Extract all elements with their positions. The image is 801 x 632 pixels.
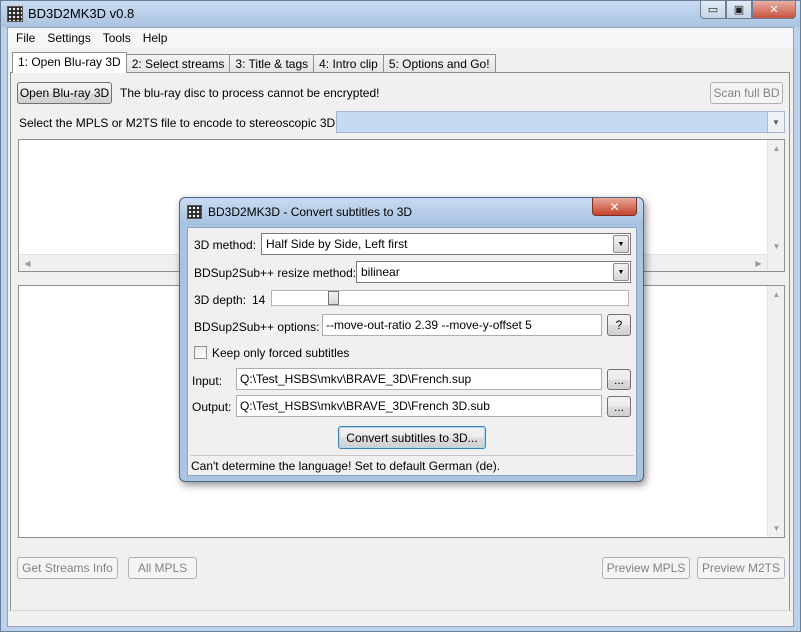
scroll-up-icon[interactable]: ▲ <box>768 140 785 157</box>
resize-method-select[interactable]: bilinear ▼ <box>356 261 631 283</box>
select-file-label: Select the MPLS or M2TS file to encode t… <box>19 116 339 130</box>
dialog-client-area: 3D method: Half Side by Side, Left first… <box>187 227 637 476</box>
options-help-button[interactable]: ? <box>607 314 631 336</box>
convert-subtitles-dialog: BD3D2MK3D - Convert subtitles to 3D ✕ 3D… <box>179 197 644 482</box>
maximize-icon: ▣ <box>733 4 745 16</box>
dialog-title: BD3D2MK3D - Convert subtitles to 3D <box>208 205 413 219</box>
resize-method-label: BDSup2Sub++ resize method: <box>194 266 357 280</box>
tab-bar: 1: Open Blu-ray 3D 2: Select streams 3: … <box>12 52 496 73</box>
title-bar[interactable]: BD3D2MK3D v0.8 ▭ ▣ ✕ <box>1 1 800 27</box>
main-status-bar <box>8 610 793 626</box>
minimize-button[interactable]: ▭ <box>700 1 726 19</box>
menu-tools[interactable]: Tools <box>97 28 137 48</box>
slider-thumb[interactable] <box>328 291 339 305</box>
app-icon <box>7 6 23 22</box>
convert-subtitles-button[interactable]: Convert subtitles to 3D... <box>338 426 486 449</box>
input-file-field[interactable]: Q:\Test_HSBS\mkv\BRAVE_3D\French.sup <box>236 368 602 390</box>
all-mpls-button[interactable]: All MPLS <box>128 557 197 579</box>
window-controls: ▭ ▣ ✕ <box>700 1 796 21</box>
dialog-close-button[interactable]: ✕ <box>592 198 637 216</box>
scroll-up-icon[interactable]: ▲ <box>768 286 785 303</box>
tab-select-streams[interactable]: 2: Select streams <box>125 54 231 73</box>
menu-help[interactable]: Help <box>137 28 174 48</box>
3d-method-value: Half Side by Side, Left first <box>266 237 408 251</box>
dialog-status-text: Can't determine the language! Set to def… <box>190 455 634 473</box>
close-icon: ✕ <box>769 4 779 16</box>
dialog-title-bar[interactable]: BD3D2MK3D - Convert subtitles to 3D ✕ <box>180 198 643 225</box>
options-label: BDSup2Sub++ options: <box>194 320 320 334</box>
output-label: Output: <box>192 400 232 414</box>
get-streams-info-button[interactable]: Get Streams Info <box>17 557 118 579</box>
3d-depth-label: 3D depth: <box>194 293 247 307</box>
scroll-right-icon[interactable]: ▶ <box>750 255 767 272</box>
chevron-down-icon[interactable]: ▼ <box>767 112 784 132</box>
open-bluray-button[interactable]: Open Blu-ray 3D <box>17 82 112 104</box>
3d-method-label: 3D method: <box>194 238 257 252</box>
chevron-down-icon[interactable]: ▼ <box>613 235 629 253</box>
3d-depth-slider[interactable] <box>271 290 629 306</box>
encryption-message: The blu-ray disc to process cannot be en… <box>120 86 380 100</box>
minimize-icon: ▭ <box>707 4 719 16</box>
tab-title-tags[interactable]: 3: Title & tags <box>229 54 315 73</box>
tab-intro-clip[interactable]: 4: Intro clip <box>313 54 384 73</box>
menu-file[interactable]: File <box>10 28 41 48</box>
menu-bar: File Settings Tools Help <box>8 28 793 48</box>
mpls-file-select[interactable]: ▼ <box>336 111 785 133</box>
upper-vertical-scrollbar[interactable]: ▲ ▼ <box>767 140 784 271</box>
chevron-down-icon[interactable]: ▼ <box>613 263 629 281</box>
window-title: BD3D2MK3D v0.8 <box>28 6 135 21</box>
scan-full-bd-button[interactable]: Scan full BD <box>710 82 783 104</box>
close-icon: ✕ <box>609 199 620 214</box>
forced-subtitles-label: Keep only forced subtitles <box>212 346 350 360</box>
options-input[interactable]: --move-out-ratio 2.39 --move-y-offset 5 <box>322 314 602 336</box>
lower-vertical-scrollbar[interactable]: ▲ ▼ <box>767 286 784 537</box>
3d-depth-value: 14 <box>252 293 266 307</box>
forced-subtitles-checkbox[interactable] <box>194 346 207 359</box>
close-button[interactable]: ✕ <box>752 1 796 19</box>
maximize-button[interactable]: ▣ <box>726 1 752 19</box>
resize-method-value: bilinear <box>361 265 400 279</box>
input-browse-button[interactable]: ... <box>607 369 631 390</box>
tab-options-go[interactable]: 5: Options and Go! <box>382 54 496 73</box>
menu-settings[interactable]: Settings <box>41 28 96 48</box>
scroll-down-icon[interactable]: ▼ <box>768 238 785 255</box>
scroll-down-icon[interactable]: ▼ <box>768 520 785 537</box>
tab-open-bluray[interactable]: 1: Open Blu-ray 3D <box>12 52 127 73</box>
3d-method-select[interactable]: Half Side by Side, Left first ▼ <box>261 233 631 255</box>
output-browse-button[interactable]: ... <box>607 396 631 417</box>
preview-m2ts-button[interactable]: Preview M2TS <box>697 557 785 579</box>
dialog-app-icon <box>187 205 202 219</box>
scroll-left-icon[interactable]: ◀ <box>19 255 36 272</box>
output-file-field[interactable]: Q:\Test_HSBS\mkv\BRAVE_3D\French 3D.sub <box>236 395 602 417</box>
preview-mpls-button[interactable]: Preview MPLS <box>602 557 690 579</box>
input-label: Input: <box>192 374 223 388</box>
